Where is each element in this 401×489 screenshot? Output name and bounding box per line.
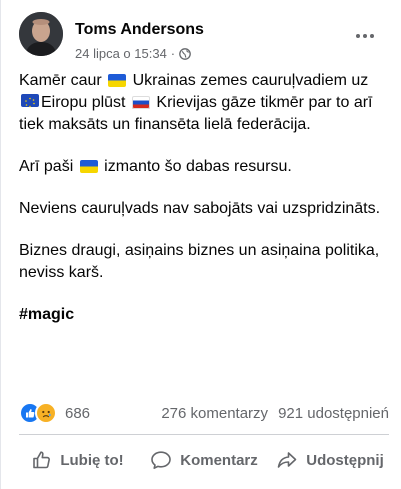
ukraine-flag-icon [108,74,127,87]
comment-icon [151,451,172,469]
globe-icon [179,47,191,60]
comment-button[interactable]: Komentarz [141,440,267,480]
more-dot-icon [356,34,360,38]
post-paragraph-4: Biznes draugi, asiņains biznes un asiņai… [19,242,380,281]
post-header: Toms Andersons 24 lipca o 15:34 · [19,12,391,61]
shares-count[interactable]: 921 udostępnień [278,405,389,422]
author-name[interactable]: Toms Andersons [75,21,204,39]
divider [19,434,389,435]
post-body: Kamēr caur Ukrainas zemes cauruļvadiem u… [19,70,391,346]
post-paragraph-3: Neviens cauruļvads nav sabojāts vai uzsp… [19,200,381,217]
post-text: Ukrainas zemes cauruļvadiem uz [132,72,369,89]
post-hashtag: #magic [19,304,391,326]
post-meta: 24 lipca o 15:34 · [75,46,191,61]
comments-count[interactable]: 276 komentarzy [161,405,268,422]
russia-flag-icon [131,96,150,109]
post-card: Toms Andersons 24 lipca o 15:34 · Kamēr … [0,0,401,489]
reaction-icons[interactable] [19,402,57,424]
meta-separator: · [170,46,176,61]
post-actions: Lubię to! Komentarz Udostępnij [15,440,393,480]
ukraine-flag-icon [79,160,98,173]
post-paragraph-2: Arī paši izmanto šo dabas resursu. [19,156,391,178]
post-paragraph-1: Kamēr caur Ukrainas zemes cauruļvadiem u… [19,70,391,136]
reactions-count[interactable]: 686 [65,405,90,422]
comment-label: Komentarz [180,451,258,469]
post-timestamp[interactable]: 24 lipca o 15:34 [75,46,167,61]
avatar[interactable] [19,12,63,56]
sad-icon [35,402,57,424]
post-text: Arī paši [19,158,74,175]
more-dot-icon [363,34,367,38]
post-text: Kamēr caur [19,72,102,89]
more-dot-icon [370,34,374,38]
like-label: Lubię to! [60,451,124,469]
post-text: Eiropu plūst [41,94,126,111]
share-button[interactable]: Udostępnij [267,440,393,480]
share-label: Udostępnij [306,451,384,469]
post-stats: 686 276 komentarzy 921 udostępnień [19,402,389,424]
thumbs-up-icon [33,451,51,469]
share-icon [277,452,297,468]
like-button[interactable]: Lubię to! [15,440,141,480]
post-text: izmanto šo dabas resursu. [104,158,292,175]
more-options-button[interactable] [351,26,379,46]
avatar-photo-icon [19,12,63,56]
eu-flag-icon [21,94,39,108]
hashtag-link[interactable]: #magic [19,306,74,323]
